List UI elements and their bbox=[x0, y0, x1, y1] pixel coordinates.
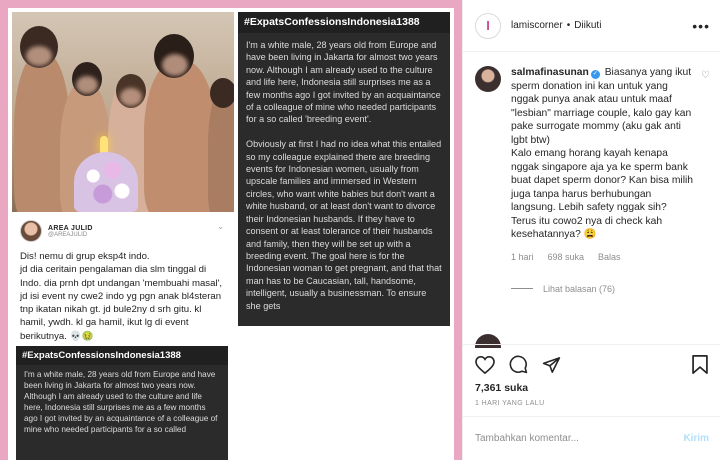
face-blur bbox=[120, 88, 142, 106]
confession-text: I'm a white male, 28 years old from Euro… bbox=[246, 40, 442, 311]
comment-time: 1 hari bbox=[511, 251, 534, 262]
comment-input[interactable] bbox=[475, 433, 655, 444]
post-sidebar: l lamiscorner • Diikuti ••• salmafinasun… bbox=[462, 0, 720, 460]
confession-card-small: #ExpatsConfessionsIndonesia1388 I'm a wh… bbox=[16, 346, 228, 460]
confession-text: I'm a white male, 28 years old from Euro… bbox=[24, 370, 218, 434]
post-date[interactable]: 1 HARI YANG LALU bbox=[463, 396, 720, 411]
verified-badge-icon: ✓ bbox=[590, 70, 600, 79]
follow-status-button[interactable]: Diikuti bbox=[574, 20, 601, 31]
tweet-text: Dis! nemu di grup eksp4t indo. jd dia ce… bbox=[20, 251, 223, 342]
tweet-card: AREA JULID @AREAJULID ⌄ Dis! nemu di gru… bbox=[12, 214, 234, 352]
face-blur bbox=[162, 54, 188, 76]
comment-like-heart-icon[interactable]: ♡ bbox=[701, 70, 710, 81]
view-replies-button[interactable]: Lihat balasan (76) bbox=[511, 284, 697, 294]
comment-item: salmafinasunan ✓ Biasanya yang ikut sperm… bbox=[475, 66, 710, 294]
comment-likes[interactable]: 698 suka bbox=[548, 252, 585, 262]
tweet-author-name: AREA JULID bbox=[48, 224, 93, 232]
like-count[interactable]: 7,361 suka bbox=[463, 380, 720, 396]
save-bookmark-icon[interactable] bbox=[692, 355, 708, 374]
party-photo bbox=[12, 12, 234, 212]
post-collage: AREA JULID @AREAJULID ⌄ Dis! nemu di gru… bbox=[8, 8, 454, 460]
person-head bbox=[210, 78, 234, 108]
add-comment-bar: Kirim bbox=[463, 416, 720, 460]
dot-separator: • bbox=[566, 20, 571, 31]
face-blur bbox=[26, 46, 52, 66]
replies-divider bbox=[511, 288, 533, 289]
confession-card-large: #ExpatsConfessionsIndonesia1388 I'm a wh… bbox=[238, 12, 450, 326]
comment-bubble-icon[interactable] bbox=[509, 355, 528, 374]
like-heart-icon[interactable] bbox=[475, 355, 495, 374]
owner-username[interactable]: lamiscorner bbox=[511, 20, 563, 31]
post-actions bbox=[463, 344, 720, 380]
tweet-avatar bbox=[20, 220, 42, 242]
share-send-icon[interactable] bbox=[542, 356, 561, 374]
tweet-author-handle: @AREAJULID bbox=[48, 231, 88, 238]
person-figure bbox=[144, 60, 216, 212]
comment-body: Biasanya yang ikut sperm donation ini ka… bbox=[511, 67, 694, 240]
face-blur bbox=[76, 76, 98, 94]
post-header: l lamiscorner • Diikuti ••• bbox=[463, 0, 720, 52]
chevron-down-icon: ⌄ bbox=[217, 222, 224, 231]
more-options-icon[interactable]: ••• bbox=[692, 18, 710, 34]
view-replies-label: Lihat balasan (76) bbox=[543, 283, 616, 294]
confession-hashtag: #ExpatsConfessionsIndonesia1388 bbox=[238, 12, 450, 33]
flower-cake bbox=[74, 152, 138, 212]
owner-avatar[interactable]: l bbox=[475, 12, 501, 39]
commenter-username[interactable]: salmafinasunan bbox=[511, 67, 589, 78]
reply-button[interactable]: Balas bbox=[598, 252, 621, 262]
post-image[interactable]: AREA JULID @AREAJULID ⌄ Dis! nemu di gru… bbox=[0, 0, 462, 460]
comments-section[interactable]: salmafinasunan ✓ Biasanya yang ikut sperm… bbox=[463, 52, 720, 344]
commenter-avatar[interactable] bbox=[475, 66, 501, 92]
comment-text: salmafinasunan ✓ Biasanya yang ikut sperm… bbox=[511, 66, 697, 242]
confession-hashtag: #ExpatsConfessionsIndonesia1388 bbox=[16, 346, 228, 365]
comment-meta: 1 hari 698 suka Balas bbox=[511, 252, 697, 262]
send-comment-button[interactable]: Kirim bbox=[683, 433, 709, 444]
